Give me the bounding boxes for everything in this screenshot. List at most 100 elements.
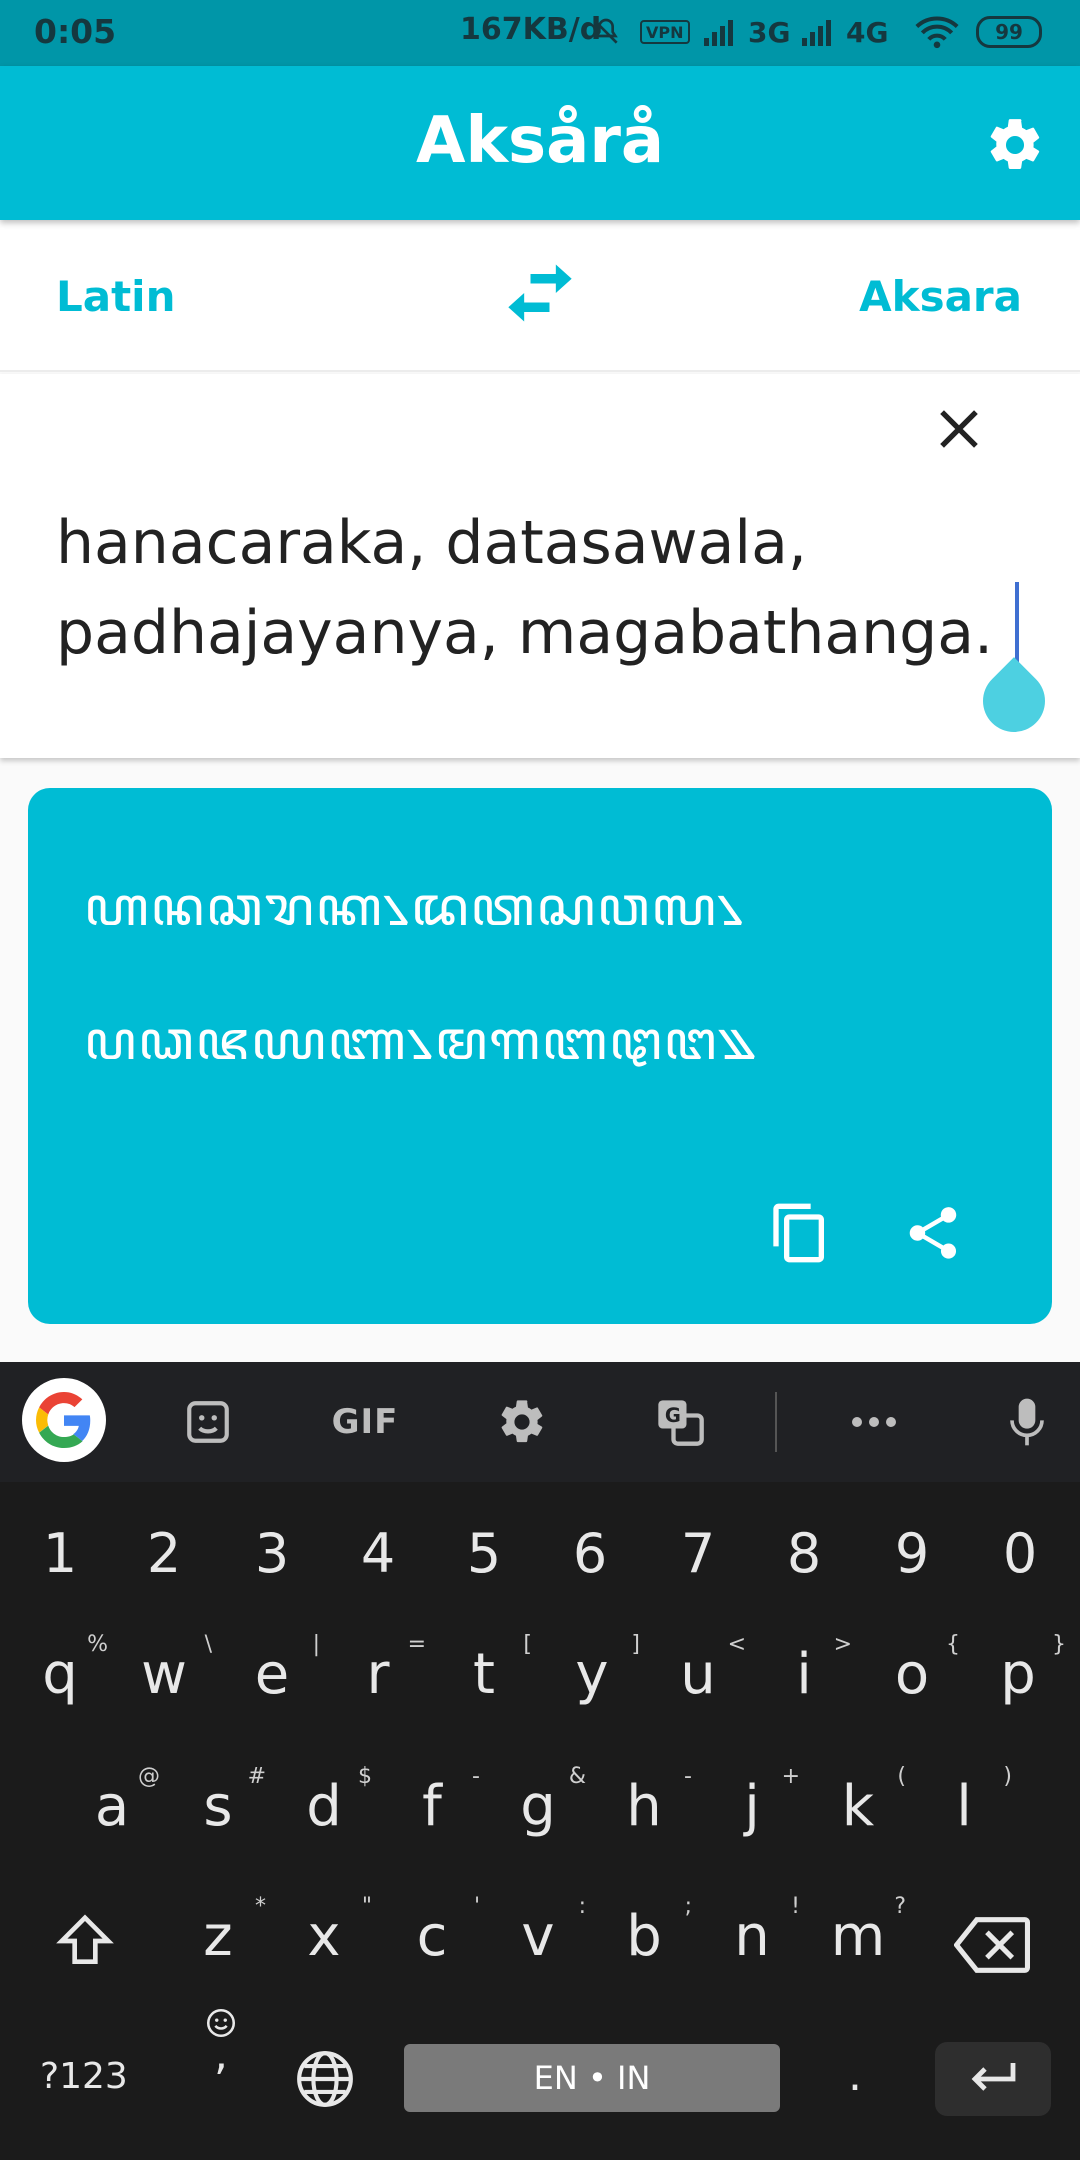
key-q[interactable]: q% [20,1632,108,1707]
source-language-button[interactable]: Latin [56,272,175,321]
mic-icon[interactable] [1002,1392,1052,1452]
key-v[interactable]: v: [498,1894,586,1969]
key-hint: ( [897,1764,906,1789]
key-8[interactable]: 8 [754,1522,854,1585]
key-hint: * [255,1894,266,1919]
key-hint: - [472,1764,480,1789]
input-area[interactable]: hanacaraka, datasawala, padhajayanya, ma… [0,374,1080,758]
enter-key[interactable] [935,2042,1051,2116]
key-label: m [830,1904,886,1969]
key-label: w [141,1642,187,1707]
close-icon[interactable] [930,400,988,458]
symbols-key[interactable]: ?123 [40,2056,128,2097]
key-hint: : [578,1894,586,1919]
key-hint: [ [523,1632,532,1657]
keyboard-toolbar: GIF G [0,1362,1080,1482]
key-hint: $ [358,1764,372,1789]
key-1[interactable]: 1 [10,1522,110,1585]
key-6[interactable]: 6 [540,1522,640,1585]
input-text-field[interactable]: hanacaraka, datasawala, padhajayanya, ma… [56,498,1036,678]
key-h[interactable]: h- [604,1764,692,1839]
translate-icon[interactable]: G [650,1392,710,1452]
key-g[interactable]: g & [498,1764,586,1839]
key-r[interactable]: r = [338,1632,426,1707]
sticker-icon[interactable] [178,1392,238,1452]
keyboard: 1 2 3 4 5 6 7 8 9 0 q% w \ e | r = t[y] u < i > o{p}… [0,1482,1080,2160]
key-3[interactable]: 3 [222,1522,322,1585]
key-b[interactable]: b; [604,1894,692,1969]
gif-button[interactable]: GIF [320,1392,410,1452]
copy-icon[interactable] [768,1200,832,1266]
key-2[interactable]: 2 [114,1522,214,1585]
key-o[interactable]: o{ [872,1632,960,1707]
key-w[interactable]: w \ [124,1632,212,1707]
key-s[interactable]: s # [178,1764,266,1839]
key-label: u [680,1642,716,1707]
key-label: t [473,1642,495,1707]
key-label: s [203,1774,233,1839]
gear-icon[interactable] [984,114,1046,176]
key-0[interactable]: 0 [970,1522,1070,1585]
key-l[interactable]: l) [924,1764,1012,1839]
key-u[interactable]: u < [658,1632,746,1707]
key-label: n [734,1904,770,1969]
key-p[interactable]: p} [978,1632,1066,1707]
space-key[interactable]: EN • IN [404,2044,780,2112]
key-k[interactable]: k( [818,1764,906,1839]
globe-icon[interactable] [292,2048,358,2124]
key-z[interactable]: z * [178,1894,266,1969]
key-hint: ? [894,1894,906,1919]
key-label: v [521,1904,555,1969]
key-label: h [626,1774,662,1839]
key-t[interactable]: t[ [444,1632,532,1707]
keyboard-settings-icon[interactable] [492,1392,552,1452]
key-hint: | [312,1632,320,1657]
key-7[interactable]: 7 [648,1522,748,1585]
key-c[interactable]: c ' [392,1894,480,1969]
key-label: d [306,1774,342,1839]
key-x[interactable]: x " [284,1894,372,1969]
key-i[interactable]: i > [764,1632,852,1707]
key-a[interactable]: a @ [72,1764,160,1839]
key-j[interactable]: j + [712,1764,800,1839]
key-m[interactable]: m? [818,1894,906,1969]
key-label: l [956,1774,972,1839]
network-4g: 4G [846,15,889,49]
google-icon[interactable] [22,1378,106,1462]
key-hint: = [407,1632,426,1657]
key-hint: & [568,1764,586,1789]
key-label: x [307,1904,341,1969]
key-label: c [416,1904,448,1969]
key-d[interactable]: d $ [284,1764,372,1839]
key-hint: ; [684,1894,692,1919]
wifi-icon [915,14,959,50]
key-f[interactable]: f- [392,1764,480,1839]
period-key[interactable]: . [848,2050,862,2101]
key-4[interactable]: 4 [328,1522,428,1585]
key-hint: { [946,1632,960,1657]
key-y[interactable]: y] [552,1632,640,1707]
shift-key[interactable] [50,1910,120,1986]
key-label: a [94,1774,130,1839]
share-icon[interactable] [902,1202,964,1264]
toolbar-divider [775,1392,777,1452]
key-label: i [796,1642,812,1707]
key-label: r [366,1642,390,1707]
target-language-button[interactable]: Aksara [859,272,1022,321]
key-n[interactable]: n! [712,1894,800,1969]
key-label: f [422,1774,442,1839]
key-hint: ' [473,1894,480,1919]
swap-arrows-icon[interactable] [502,258,578,328]
key-9[interactable]: 9 [862,1522,962,1585]
key-e[interactable]: e | [232,1632,320,1707]
key-hint: ] [631,1632,640,1657]
vpn-badge: VPN [640,20,690,44]
key-label: p [1000,1642,1036,1707]
key-5[interactable]: 5 [434,1522,534,1585]
output-line-1: ꦲꦤꦕꦫꦏ꧈ꦢꦠꦱꦮꦭ꧈ [84,875,746,938]
more-icon[interactable] [844,1392,904,1452]
mute-icon [590,14,622,50]
backspace-key[interactable] [952,1916,1032,1988]
network-3g: 3G [748,15,791,49]
emoji-comma-key[interactable]: , [196,2006,246,2077]
